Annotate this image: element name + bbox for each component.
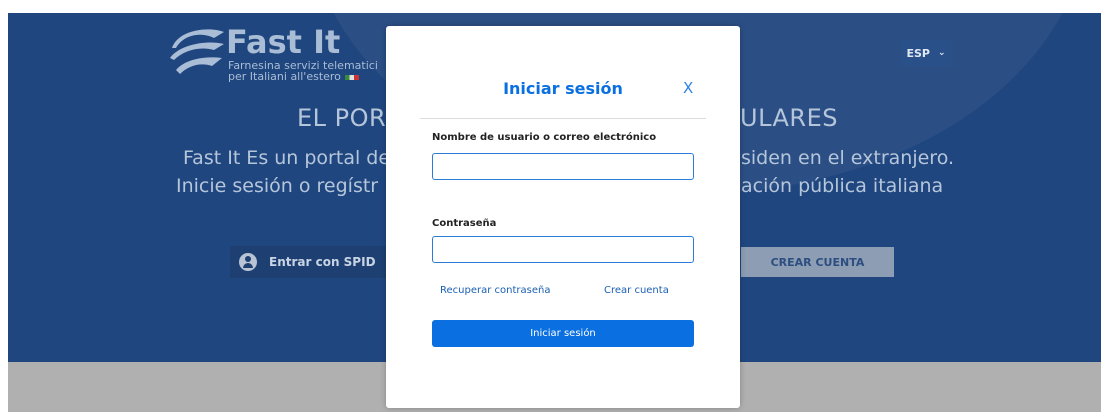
username-input[interactable] [432, 153, 694, 180]
login-submit-button[interactable]: Iniciar sesión [432, 320, 694, 347]
recover-password-link[interactable]: Recuperar contraseña [440, 285, 550, 296]
logo-subtitle: Farnesina servizi telematici per Italian… [228, 60, 378, 82]
hero-description-line1-left: Fast It Es un portal de [183, 147, 391, 169]
chevron-down-icon: ⌄ [937, 48, 946, 58]
logo-title: Fast It [226, 23, 341, 61]
login-modal: Iniciar sesión X Nombre de usuario o cor… [386, 26, 740, 408]
language-selector[interactable]: ESP ⌄ [900, 40, 952, 66]
italian-flag-icon [344, 74, 359, 80]
user-icon [239, 253, 257, 271]
close-icon[interactable]: X [683, 79, 693, 97]
spid-login-button[interactable]: Entrar con SPID [230, 246, 390, 278]
fast-it-logo[interactable]: Fast It Farnesina servizi telematici per… [168, 22, 378, 92]
hero-description-line1-right: siden en el extranjero. [741, 147, 955, 169]
logo-subtitle-line2: per Italiani all'estero [228, 70, 341, 83]
hero-description-line2-right: ación pública italiana [741, 175, 944, 197]
create-account-link[interactable]: Crear cuenta [604, 285, 669, 296]
create-account-button[interactable]: CREAR CUENTA [741, 247, 894, 277]
hero-description-line2-left: Inicie sesión o regístr [176, 175, 379, 197]
swoosh-logo-icon [170, 29, 224, 74]
username-label: Nombre de usuario o correo electrónico [432, 132, 657, 143]
create-account-label: CREAR CUENTA [770, 255, 865, 269]
page: Fast It Farnesina servizi telematici per… [0, 0, 1109, 412]
password-input[interactable] [432, 236, 694, 263]
password-label: Contraseña [432, 218, 497, 229]
language-selected: ESP [906, 46, 930, 60]
hero-title-left: EL POR [297, 104, 387, 132]
hero-title-right: ULARES [740, 104, 838, 132]
modal-divider [420, 118, 706, 119]
spid-login-label: Entrar con SPID [269, 255, 376, 269]
logo-subtitle-line2-row: per Italiani all'estero [228, 71, 378, 82]
